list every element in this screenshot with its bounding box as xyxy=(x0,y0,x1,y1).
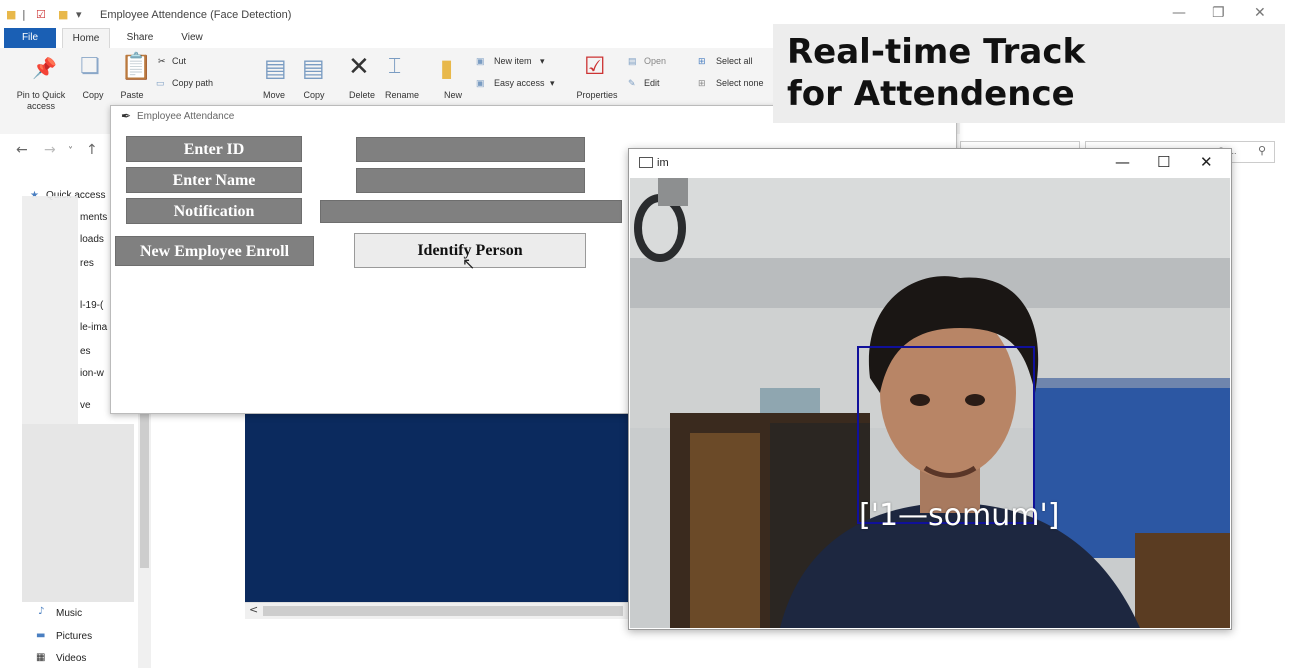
cut-icon: ✂ xyxy=(158,56,166,66)
nav-item[interactable]: ve xyxy=(80,400,91,411)
customize-quick-access-icon[interactable]: ▾ xyxy=(76,8,82,21)
id-input[interactable] xyxy=(356,137,585,162)
blurred-region xyxy=(22,424,134,602)
nav-item-videos[interactable]: Videos xyxy=(56,653,86,664)
edit-icon: ✎ xyxy=(628,78,636,88)
delete-icon: ✕ xyxy=(348,52,370,82)
chevron-down-icon: ▾ xyxy=(540,56,545,66)
horizontal-scrollbar[interactable]: < xyxy=(245,602,630,619)
open-icon: ▤ xyxy=(628,56,637,66)
enter-id-label: Enter ID xyxy=(126,136,302,162)
camera-window-title: im xyxy=(657,157,669,169)
edit-button[interactable]: Edit xyxy=(644,78,660,88)
nav-item[interactable]: ments xyxy=(80,212,107,223)
pin-icon: 📌 xyxy=(32,56,57,80)
tab-file[interactable]: File xyxy=(4,28,56,48)
new-folder-button[interactable]: New xyxy=(436,90,470,101)
maximize-icon[interactable]: ☐ xyxy=(1157,153,1170,171)
notification-label: Notification xyxy=(126,198,302,224)
paste-button[interactable]: Paste xyxy=(114,90,150,101)
camera-title-bar: im — ☐ ✕ xyxy=(629,149,1231,177)
new-item-button[interactable]: New item xyxy=(494,56,532,66)
up-arrow-icon[interactable]: ↑ xyxy=(86,142,98,158)
move-to-button[interactable]: Move xyxy=(256,90,292,101)
back-arrow-icon[interactable]: ← xyxy=(16,142,28,158)
search-icon: ⚲ xyxy=(1258,144,1267,157)
scrollbar-thumb[interactable] xyxy=(263,606,623,616)
close-icon[interactable]: ✕ xyxy=(1254,5,1266,21)
easy-access-icon: ▣ xyxy=(476,78,485,88)
window-title: Employee Attendence (Face Detection) xyxy=(100,9,292,21)
scroll-left-icon[interactable]: < xyxy=(249,603,258,616)
chevron-down-icon: ▾ xyxy=(550,78,555,88)
forward-arrow-icon[interactable]: → xyxy=(44,142,56,158)
camera-window: im — ☐ ✕ ['1—somum'] xyxy=(628,148,1232,630)
copy-to-icon: ▤ xyxy=(302,54,325,82)
tk-window-title: Employee Attendance xyxy=(137,111,235,122)
blurred-region xyxy=(22,196,78,424)
pin-quick-access-button[interactable]: Pin to Quick access xyxy=(8,90,74,112)
rename-icon: ⌶ xyxy=(388,54,402,79)
nav-item[interactable]: ion-w xyxy=(80,368,104,379)
rename-button[interactable]: Rename xyxy=(380,90,424,101)
minimize-icon[interactable]: — xyxy=(1172,5,1186,21)
pictures-icon: ▬ xyxy=(36,630,46,641)
window-icon xyxy=(639,157,653,168)
nav-item[interactable]: res xyxy=(80,258,94,269)
close-icon[interactable]: ✕ xyxy=(1200,153,1213,171)
maximize-icon[interactable]: ❐ xyxy=(1212,5,1225,21)
select-none-button[interactable]: Select none xyxy=(716,78,764,88)
recent-dropdown-icon[interactable]: ˅ xyxy=(68,146,73,157)
feather-icon: ✒ xyxy=(121,109,132,123)
copy-path-icon: ▭ xyxy=(156,78,165,88)
copy-to-button[interactable]: Copy xyxy=(296,90,332,101)
notification-field xyxy=(320,200,622,223)
caption-line-2: for Attendence xyxy=(787,74,1075,114)
select-all-icon: ⊞ xyxy=(698,56,706,66)
tab-home[interactable]: Home xyxy=(62,28,110,49)
name-input[interactable] xyxy=(356,168,585,193)
new-item-icon: ▣ xyxy=(476,56,485,66)
cut-button[interactable]: Cut xyxy=(172,56,186,66)
properties-icon: ☑ xyxy=(584,52,606,80)
easy-access-button[interactable]: Easy access xyxy=(494,78,545,88)
video-caption: Real-time Track for Attendence xyxy=(773,24,1285,123)
move-to-icon: ▤ xyxy=(264,54,287,82)
nav-item[interactable]: le-ima xyxy=(80,322,107,333)
new-folder-quick-icon[interactable]: ■ xyxy=(58,8,68,21)
new-employee-enroll-button[interactable]: New Employee Enroll xyxy=(115,236,314,266)
nav-item[interactable]: loads xyxy=(80,234,104,245)
nav-item[interactable]: es xyxy=(80,346,91,357)
properties-button[interactable]: Properties xyxy=(570,90,624,101)
copy-path-button[interactable]: Copy path xyxy=(172,78,213,88)
copy-icon: ❏ xyxy=(80,54,100,79)
videos-icon: ▦ xyxy=(36,652,46,663)
tab-share[interactable]: Share xyxy=(118,28,162,48)
properties-quick-icon[interactable]: ☑ xyxy=(36,8,46,21)
background-content-area xyxy=(245,412,645,602)
minimize-icon[interactable]: — xyxy=(1115,153,1130,171)
nav-item-music[interactable]: Music xyxy=(56,608,82,619)
open-button[interactable]: Open xyxy=(644,56,666,66)
new-folder-icon: ▮ xyxy=(440,54,454,82)
nav-item-pictures[interactable]: Pictures xyxy=(56,631,92,642)
separator: | xyxy=(22,8,26,21)
paste-icon: 📋 xyxy=(120,52,153,82)
face-identity-label: ['1—somum'] xyxy=(859,498,1060,533)
select-none-icon: ⊞ xyxy=(698,78,706,88)
camera-feed: ['1—somum'] xyxy=(630,178,1230,628)
nav-item[interactable]: l-19-( xyxy=(80,300,103,311)
delete-button[interactable]: Delete xyxy=(342,90,382,101)
music-icon: ♪ xyxy=(38,606,45,617)
caption-line-1: Real-time Track xyxy=(787,32,1086,72)
folder-icon: ■ xyxy=(6,8,17,21)
tab-view[interactable]: View xyxy=(170,28,214,48)
enter-name-label: Enter Name xyxy=(126,167,302,193)
mouse-cursor-icon: ↖ xyxy=(462,254,476,273)
copy-button[interactable]: Copy xyxy=(76,90,110,101)
select-all-button[interactable]: Select all xyxy=(716,56,753,66)
